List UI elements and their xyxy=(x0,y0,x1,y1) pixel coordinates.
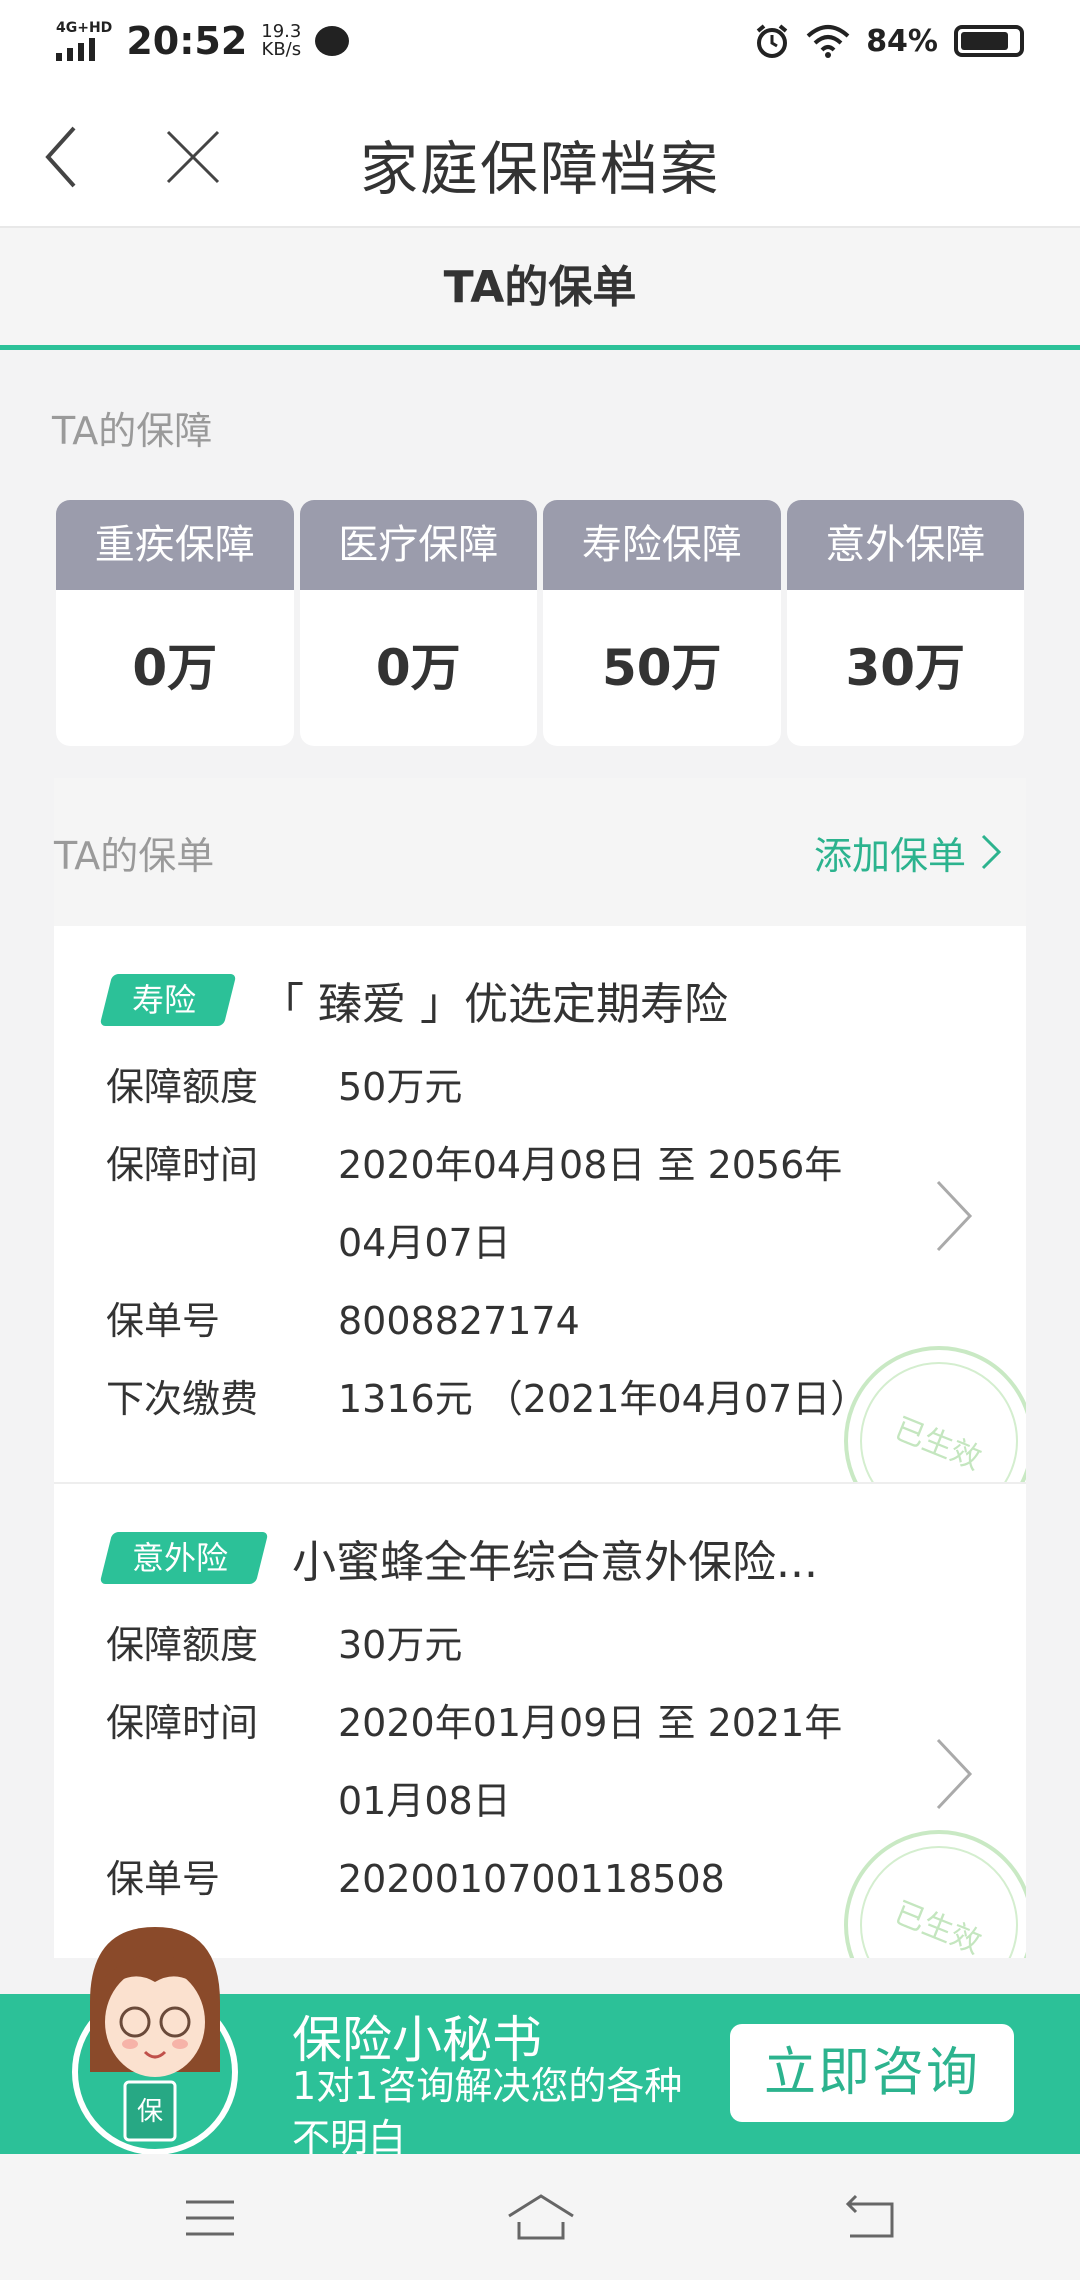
coverage-value: 0万 xyxy=(132,639,218,697)
battery-percent: 84% xyxy=(866,23,938,59)
tab-bar: TA的保单 xyxy=(0,228,1080,350)
chevron-right-icon xyxy=(981,834,1002,870)
coverage-value: 50万 xyxy=(601,639,722,697)
status-time: 20:52 xyxy=(126,19,248,63)
coverage-label: 意外保障 xyxy=(786,500,1024,590)
coverage-label: 医疗保障 xyxy=(299,500,537,590)
policy-field-row: 保障时间 2020年04月08日 至 2056年04月07日 xyxy=(106,1143,843,1265)
message-icon xyxy=(315,26,350,56)
menu-icon[interactable] xyxy=(180,2192,240,2244)
back-icon[interactable] xyxy=(840,2192,900,2244)
policy-type-badge: 寿险 xyxy=(99,974,237,1026)
tab-indicator xyxy=(0,345,1080,350)
policy-field-row: 保单号 8008827174 xyxy=(106,1299,580,1343)
coverage-value: 0万 xyxy=(375,639,461,697)
coverage-card-critical-illness: 重疾保障 0万 xyxy=(56,500,294,746)
policy-card-life[interactable]: 寿险 「 臻爱 」优选定期寿险 保障额度 50万元 保障时间 2020年04月0… xyxy=(54,926,1026,1482)
policy-type-badge: 意外险 xyxy=(99,1532,269,1584)
status-bar: 4G+HD 20:52 19.3 KB/s 84% xyxy=(0,0,1080,82)
policy-field-row: 保障额度 30万元 xyxy=(106,1623,463,1667)
wifi-icon xyxy=(806,25,850,58)
chevron-right-icon[interactable] xyxy=(932,1176,976,1256)
consult-banner: 保 保险小秘书 1对1咨询解决您的各种不明白 立即咨询 xyxy=(0,1927,1080,2154)
policy-list: TA的保单 添加保单 寿险 「 臻爱 」优选定期寿险 保障额度 50万元 保障时… xyxy=(54,778,1026,1958)
policy-list-header: TA的保单 添加保单 xyxy=(54,778,1026,926)
policy-section-title: TA的保单 xyxy=(54,833,215,878)
coverage-section-title: TA的保障 xyxy=(52,409,213,453)
tab-my-policies[interactable]: TA的保单 xyxy=(444,262,637,313)
consult-now-button[interactable]: 立即咨询 xyxy=(730,2024,1014,2122)
policy-card-accident[interactable]: 意外险 小蜜蜂全年综合意外保险... 保障额度 30万元 保障时间 2020年0… xyxy=(54,1482,1026,1958)
policy-name: 小蜜蜂全年综合意外保险... xyxy=(292,1537,818,1588)
policy-field-row: 保障额度 50万元 xyxy=(106,1065,463,1109)
system-nav-bar xyxy=(0,2154,1080,2280)
chevron-right-icon[interactable] xyxy=(932,1734,976,1814)
home-icon[interactable] xyxy=(505,2192,577,2244)
coverage-card-life: 寿险保障 50万 xyxy=(543,500,781,746)
network-speed: 19.3 KB/s xyxy=(261,21,302,60)
page-title: 家庭保障档案 xyxy=(359,135,720,203)
assistant-avatar: 保 xyxy=(72,1927,238,2154)
coverage-label: 重疾保障 xyxy=(56,500,294,590)
coverage-value: 30万 xyxy=(845,639,966,697)
coverage-card-medical: 医疗保障 0万 xyxy=(299,500,537,746)
alarm-icon xyxy=(756,24,788,58)
coverage-label: 寿险保障 xyxy=(543,500,781,590)
network-type: 4G+HD xyxy=(56,20,113,36)
coverage-cards: 重疾保障 0万 医疗保障 0万 寿险保障 50万 意外保障 30万 xyxy=(56,500,1024,746)
svg-text:保: 保 xyxy=(137,2097,163,2127)
signal-icon: 4G+HD xyxy=(56,21,112,61)
nav-bar: 家庭保障档案 xyxy=(0,82,1080,228)
battery-icon xyxy=(954,25,1024,57)
add-policy-link[interactable]: 添加保单 xyxy=(814,825,1002,880)
promo-subtitle: 1对1咨询解决您的各种不明白 xyxy=(292,2064,683,2154)
coverage-card-accident: 意外保障 30万 xyxy=(786,500,1024,746)
policy-name: 「 臻爱 」优选定期寿险 xyxy=(260,979,728,1030)
policy-field-row: 保障时间 2020年01月09日 至 2021年01月08日 xyxy=(106,1701,843,1823)
